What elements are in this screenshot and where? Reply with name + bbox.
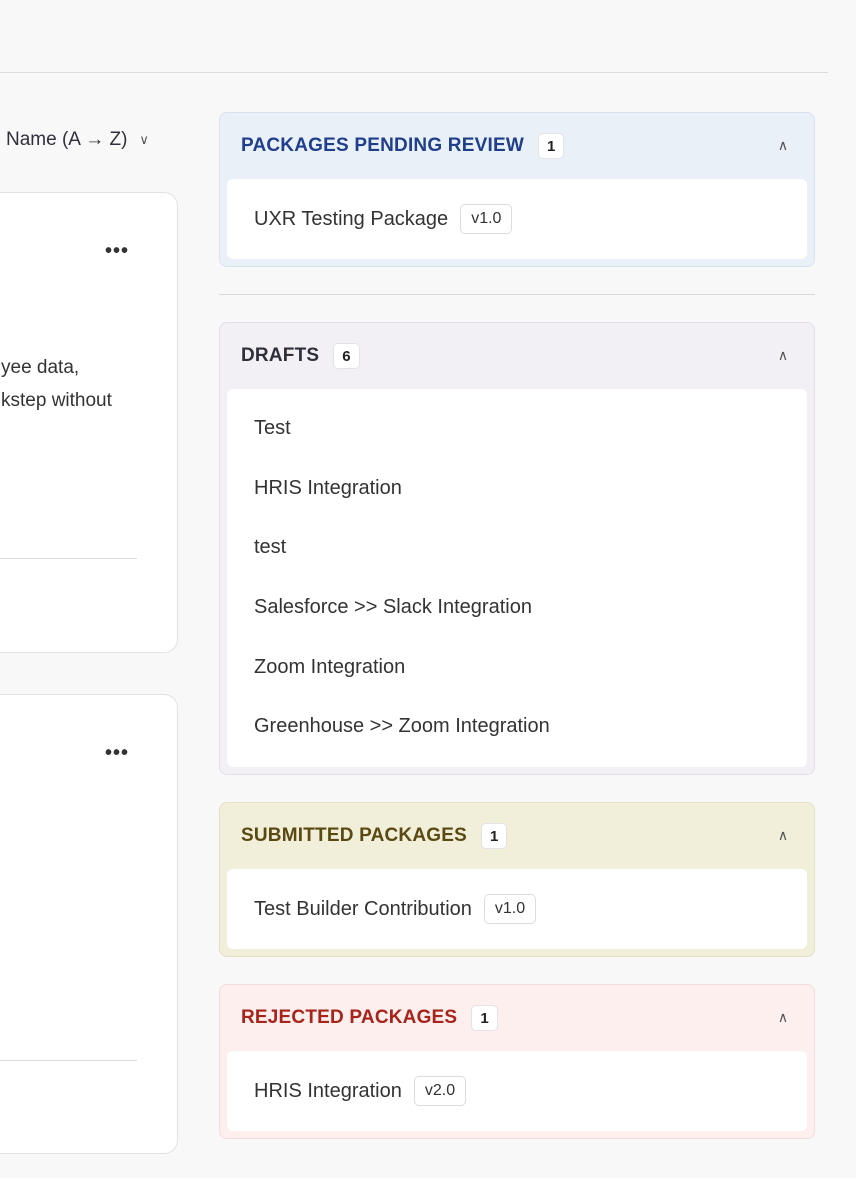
draft-name: Test [254, 417, 291, 440]
draft-name: test [254, 536, 287, 559]
panel-list: UXR Testing Package v1.0 [227, 179, 807, 259]
package-card[interactable]: ••• [0, 694, 178, 1154]
panel-list: HRIS Integration v2.0 [227, 1051, 807, 1131]
drafts-panel: DRAFTS 6 ∧ Test HRIS Integration test Sa… [219, 322, 815, 775]
list-item[interactable]: UXR Testing Package v1.0 [254, 184, 780, 254]
list-item[interactable]: Greenhouse >> Zoom Integration [254, 697, 780, 757]
list-item[interactable]: test [254, 518, 780, 578]
list-item[interactable]: Test Builder Contribution v1.0 [254, 874, 780, 944]
list-item[interactable]: HRIS Integration v2.0 [254, 1056, 780, 1126]
draft-name: Zoom Integration [254, 655, 406, 678]
package-card[interactable]: ••• yee data, kstep without [0, 192, 178, 653]
package-name: HRIS Integration [254, 1079, 402, 1102]
section-divider [219, 294, 815, 295]
list-item[interactable]: HRIS Integration [254, 459, 780, 519]
version-badge: v1.0 [460, 204, 513, 234]
card-divider [0, 558, 137, 559]
sort-label: Name (A → Z) [6, 129, 128, 150]
panel-title: DRAFTS [241, 345, 320, 366]
more-options-icon[interactable]: ••• [105, 743, 129, 763]
list-item[interactable]: Salesforce >> Slack Integration [254, 578, 780, 638]
count-badge: 1 [480, 823, 508, 849]
count-badge: 1 [471, 1005, 498, 1031]
pending-review-panel: PACKAGES PENDING REVIEW 1 ∧ UXR Testing … [219, 112, 815, 267]
list-item[interactable]: Test [254, 399, 780, 459]
draft-name: HRIS Integration [254, 476, 402, 499]
draft-name: Greenhouse >> Zoom Integration [254, 715, 550, 738]
panel-header[interactable]: PACKAGES PENDING REVIEW 1 ∧ [227, 113, 807, 179]
chevron-up-icon[interactable]: ∧ [773, 345, 793, 365]
version-badge: v2.0 [413, 1076, 467, 1106]
panel-list: Test HRIS Integration test Salesforce >>… [227, 389, 807, 767]
submitted-packages-panel: SUBMITTED PACKAGES 1 ∧ Test Builder Cont… [219, 802, 815, 957]
panel-title: PACKAGES PENDING REVIEW [241, 135, 524, 156]
card-divider [0, 1060, 137, 1061]
rejected-packages-panel: REJECTED PACKAGES 1 ∧ HRIS Integration v… [219, 984, 815, 1139]
version-badge: v1.0 [483, 894, 537, 924]
package-name: Test Builder Contribution [254, 897, 472, 920]
panel-title: SUBMITTED PACKAGES [241, 825, 467, 846]
more-options-icon[interactable]: ••• [105, 241, 129, 261]
card-description: yee data, kstep without [1, 357, 112, 411]
chevron-down-icon: ∨ [139, 132, 149, 147]
chevron-up-icon[interactable]: ∧ [773, 825, 793, 845]
sort-dropdown[interactable]: Name (A → Z) ∨ [6, 126, 149, 154]
panel-header[interactable]: SUBMITTED PACKAGES 1 ∧ [227, 803, 807, 869]
chevron-up-icon[interactable]: ∧ [773, 1007, 793, 1027]
panel-title: REJECTED PACKAGES [241, 1007, 458, 1028]
count-badge: 1 [537, 133, 565, 159]
package-name: UXR Testing Package [254, 207, 449, 230]
panel-list: Test Builder Contribution v1.0 [227, 869, 807, 949]
panel-header[interactable]: DRAFTS 6 ∧ [227, 323, 807, 389]
list-item[interactable]: Zoom Integration [254, 637, 780, 697]
chevron-up-icon[interactable]: ∧ [773, 135, 793, 155]
draft-name: Salesforce >> Slack Integration [254, 596, 532, 619]
panel-header[interactable]: REJECTED PACKAGES 1 ∧ [227, 985, 807, 1051]
count-badge: 6 [333, 343, 360, 369]
top-divider [0, 72, 828, 73]
